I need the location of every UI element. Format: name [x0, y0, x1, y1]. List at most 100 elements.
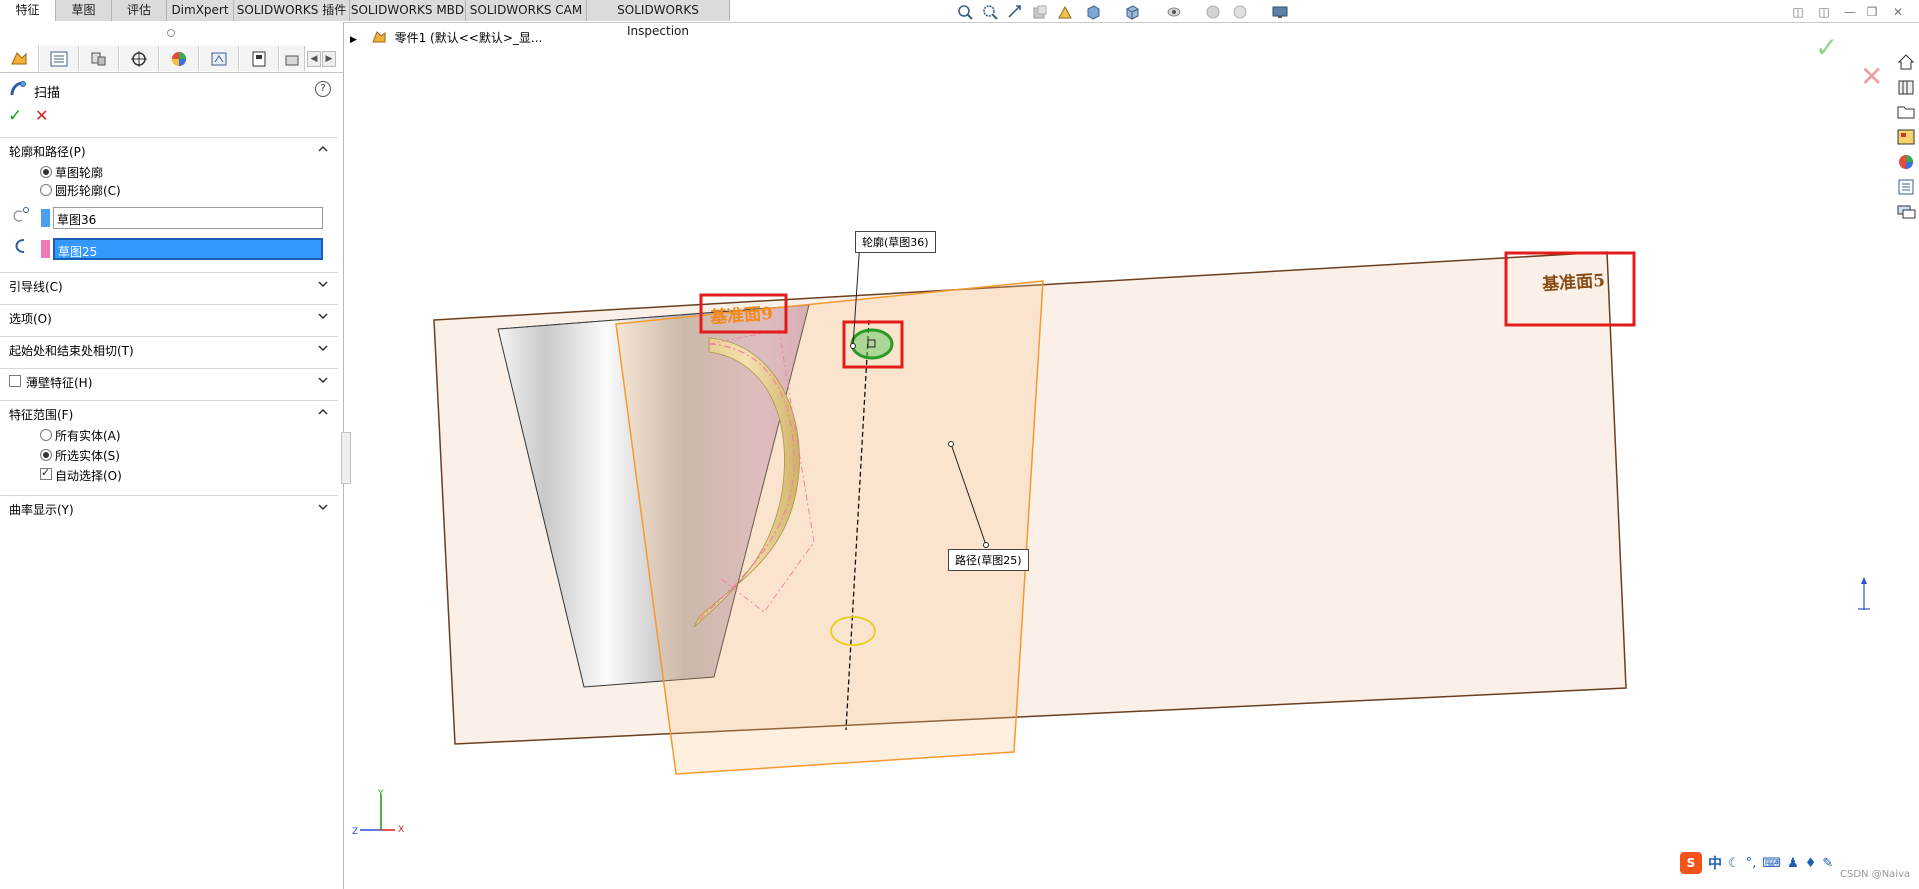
path-selection-box[interactable]: 草图25: [53, 238, 323, 260]
auto-select-label: 自动选择(O): [55, 469, 122, 483]
design-library-icon[interactable]: [1896, 77, 1917, 97]
triad-y-label: Y: [378, 789, 384, 799]
manager-tabs: ◀ ▶: [0, 46, 343, 73]
section-thin-feature[interactable]: 薄壁特征(H): [0, 368, 338, 393]
tab-dimxpert[interactable]: DimXpert: [167, 0, 234, 21]
chevron-down-icon: [318, 281, 328, 288]
feature-tree-icon: [11, 51, 27, 64]
thin-feature-checkbox[interactable]: [9, 375, 21, 387]
radio-all-bodies-label: 所有实体(A): [55, 429, 121, 443]
part-icon: [372, 31, 386, 43]
appearances-icon[interactable]: [1896, 152, 1917, 172]
tab-sw-inspection[interactable]: SOLIDWORKS Inspection: [587, 0, 730, 38]
profile-select-icon: [13, 207, 29, 222]
plane-9[interactable]: [615, 280, 1044, 775]
section-feature-scope[interactable]: 特征范围(F): [0, 400, 338, 425]
ime-lang[interactable]: 中: [1708, 853, 1722, 873]
chevron-up-icon: [318, 408, 328, 415]
model-viewport-svg: [360, 238, 1870, 831]
keyboard-icon[interactable]: ⌨: [1762, 856, 1781, 871]
restore-left-icon[interactable]: ◫: [1792, 6, 1804, 18]
close-icon[interactable]: ✕: [1892, 6, 1904, 18]
profile-sketch-36[interactable]: [850, 328, 894, 360]
minimize-icon[interactable]: —: [1844, 6, 1856, 18]
sweep-feature-icon: [10, 81, 26, 96]
cam-manager-tab[interactable]: [200, 46, 239, 71]
view-palette-icon[interactable]: [1896, 127, 1917, 147]
tab-sw-cam[interactable]: SOLIDWORKS CAM: [466, 0, 587, 21]
radio-dot: [40, 166, 52, 178]
sogou-logo[interactable]: S: [1680, 852, 1702, 874]
checkbox-box: [40, 466, 52, 480]
display-style-icon[interactable]: [1122, 4, 1142, 20]
radio-dot: [40, 184, 52, 196]
tab-sketch[interactable]: 草图: [56, 0, 112, 21]
property-manager-tab[interactable]: [40, 46, 79, 71]
cancel-x-icon[interactable]: ✕: [35, 106, 48, 125]
user-icon[interactable]: ♟: [1787, 856, 1799, 871]
moon-icon[interactable]: ☾: [1728, 856, 1740, 871]
tabs-scroll-left-button[interactable]: ◀: [307, 51, 321, 67]
section-options[interactable]: 选项(O): [0, 304, 338, 329]
punctuation-icon[interactable]: °,: [1746, 856, 1757, 871]
edit-appearance-icon[interactable]: [1203, 4, 1223, 20]
file-explorer-icon[interactable]: [1896, 102, 1917, 122]
tab-sw-addins[interactable]: SOLIDWORKS 插件: [234, 0, 350, 21]
profile-selection-field[interactable]: 草图36: [41, 207, 323, 229]
section-guide-curves[interactable]: 引导线(C): [0, 272, 338, 297]
configuration-manager-tab[interactable]: [80, 46, 119, 71]
profile-callout[interactable]: 轮廓(草图36): [855, 231, 936, 253]
confirm-ok-icon[interactable]: ✓: [1815, 31, 1838, 64]
home-icon[interactable]: [1896, 52, 1917, 72]
profile-selection-value: 草图36: [57, 213, 97, 227]
hide-show-items-icon[interactable]: [1164, 4, 1184, 20]
property-list-icon: [50, 51, 68, 66]
watermark: CSDN @Naiva: [1840, 869, 1911, 880]
panel-grip[interactable]: [0, 22, 343, 44]
view-orientation-icon[interactable]: [1083, 4, 1103, 20]
confirm-cancel-icon[interactable]: ✕: [1860, 60, 1883, 93]
feature-tree-flyout[interactable]: ▶ 零件1 (默认<<默认>_显...: [350, 29, 542, 46]
section-profile-path-label: 轮廓和路径(P): [9, 145, 86, 159]
leader-dot-icon: [850, 343, 856, 349]
tab-sw-mbd[interactable]: SOLIDWORKS MBD: [350, 0, 466, 21]
plane-5-label[interactable]: 基准面5: [1541, 266, 1606, 295]
zoom-to-fit-icon[interactable]: [955, 4, 975, 20]
profile-selection-box[interactable]: 草图36: [53, 207, 323, 229]
previous-view-icon[interactable]: [1005, 4, 1025, 20]
tabs-scroll-right-button[interactable]: ▶: [322, 51, 336, 67]
tree-expand-arrow-icon[interactable]: ▶: [350, 35, 357, 45]
ref-triad-arrow: [1861, 577, 1867, 584]
help-icon[interactable]: ?: [315, 81, 331, 97]
path-callout[interactable]: 路径(草图25): [948, 549, 1029, 571]
section-profile-path[interactable]: 轮廓和路径(P): [0, 137, 338, 162]
feature-title: 扫描: [34, 86, 61, 101]
apply-scene-icon[interactable]: [1230, 4, 1250, 20]
triad-z-label: Z: [352, 827, 359, 837]
custom-properties-icon[interactable]: [1896, 177, 1917, 197]
section-start-end-tangency[interactable]: 起始处和结束处相切(T): [0, 336, 338, 361]
grip-dot-icon: [167, 29, 175, 37]
section-view-icon[interactable]: [1030, 4, 1050, 20]
section-curvature-display[interactable]: 曲率显示(Y): [0, 495, 338, 520]
ok-check-icon[interactable]: ✓: [8, 106, 22, 126]
chevron-up-icon: [318, 145, 328, 152]
path-selection-field[interactable]: 草图25: [41, 238, 323, 260]
tab-evaluate[interactable]: 评估: [112, 0, 167, 21]
forum-icon[interactable]: [1896, 202, 1917, 222]
view-settings-icon[interactable]: [1270, 4, 1290, 20]
feature-manager-tab[interactable]: [0, 46, 39, 71]
dimxpert-manager-tab[interactable]: [120, 46, 159, 71]
maximize-icon[interactable]: ❐: [1866, 6, 1878, 18]
restore-right-icon[interactable]: ◫: [1818, 6, 1830, 18]
zoom-to-area-icon[interactable]: [980, 4, 1000, 20]
inspection-manager-tab[interactable]: [240, 46, 279, 71]
task-pane: [1894, 52, 1919, 222]
more-tabs-tab[interactable]: [280, 46, 305, 71]
tab-features[interactable]: 特征: [0, 0, 56, 21]
skin-icon[interactable]: ♦: [1805, 856, 1817, 871]
plane-9-label[interactable]: 基准面9: [709, 299, 774, 328]
display-manager-tab[interactable]: [160, 46, 199, 71]
wrench-icon[interactable]: ✎: [1822, 856, 1833, 871]
dynamic-annotation-icon[interactable]: [1055, 4, 1075, 20]
